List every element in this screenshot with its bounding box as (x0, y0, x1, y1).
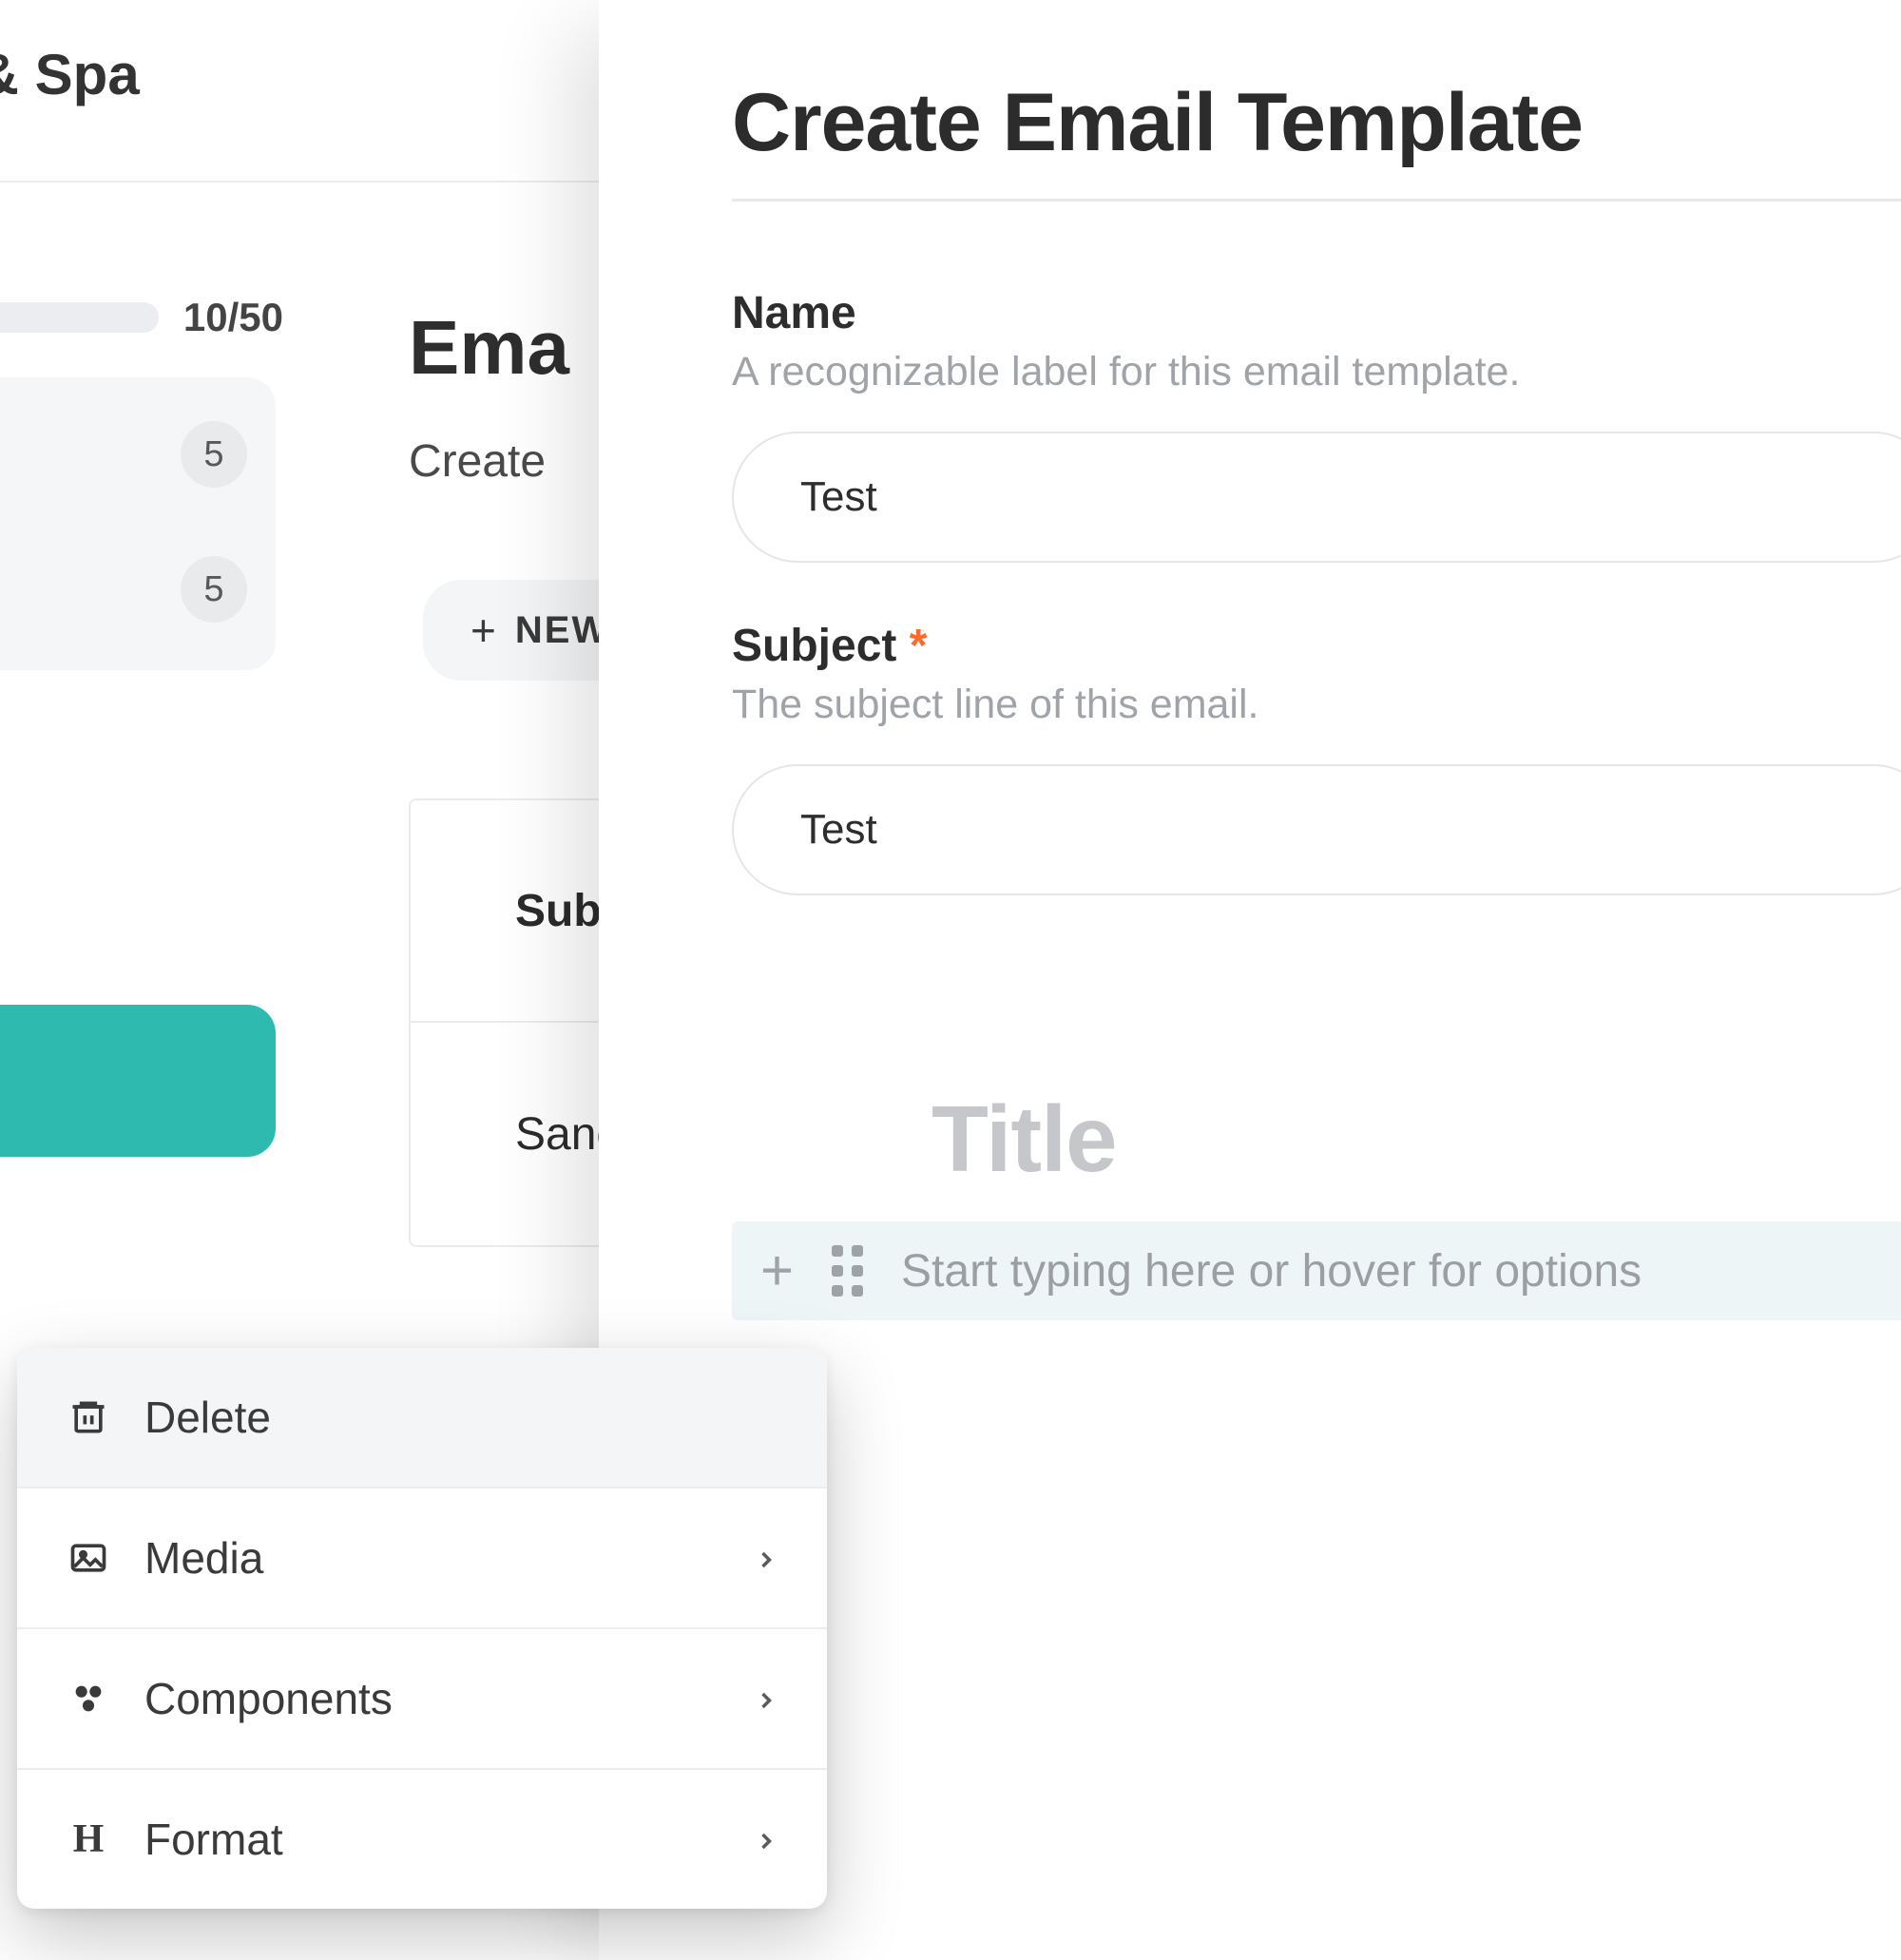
name-label: Name (732, 287, 1901, 339)
menu-item-components-label: Components (144, 1673, 393, 1724)
new-button-label: NEW (515, 609, 609, 652)
required-asterisk: * (910, 621, 928, 671)
chevron-right-icon (753, 1532, 779, 1584)
plus-icon: + (470, 605, 498, 656)
name-field-block: Name A recognizable label for this email… (732, 287, 1901, 563)
menu-item-media[interactable]: Media (17, 1489, 827, 1629)
subject-help: The subject line of this email. (732, 682, 1901, 728)
name-help: A recognizable label for this email temp… (732, 349, 1901, 395)
menu-item-delete[interactable]: Delete (17, 1348, 827, 1489)
add-block-icon[interactable]: + (760, 1242, 794, 1299)
context-menu[interactable]: Delete Media Components H Format (17, 1348, 827, 1909)
menu-item-media-label: Media (144, 1532, 263, 1584)
sidebar-divider (0, 181, 665, 183)
chevron-right-icon (753, 1814, 779, 1865)
menu-item-delete-label: Delete (144, 1392, 271, 1443)
panel-divider (732, 199, 1901, 202)
editor-area[interactable]: Title + Start typing here or hover for o… (732, 1086, 1901, 1320)
progress-track (0, 302, 159, 333)
subject-field-block: Subject * The subject line of this email… (732, 620, 1901, 895)
editor-title-placeholder[interactable]: Title (732, 1086, 1901, 1193)
panel-title: Create Email Template (732, 76, 1901, 170)
subject-input[interactable] (732, 764, 1901, 895)
subject-label-text: Subject (732, 621, 896, 671)
menu-item-format[interactable]: H Format (17, 1770, 827, 1909)
subject-label: Subject * (732, 620, 1901, 672)
sidebar-badge-2: 5 (181, 556, 247, 623)
menu-item-format-label: Format (144, 1814, 283, 1865)
heading-icon: H (65, 1816, 112, 1863)
drag-handle-icon[interactable] (832, 1245, 863, 1297)
trash-icon (65, 1393, 112, 1441)
progress-label: 10/50 (183, 295, 283, 340)
sidebar-nav-card: 5 5 (0, 377, 276, 670)
progress-bar: 10/50 (0, 295, 283, 340)
sidebar-active-item[interactable] (0, 1005, 276, 1157)
editor-body-line[interactable]: + Start typing here or hover for options (732, 1221, 1901, 1320)
org-name-fragment: ort & Spa (0, 42, 140, 107)
editor-body-placeholder[interactable]: Start typing here or hover for options (901, 1245, 1642, 1297)
name-input[interactable] (732, 432, 1901, 563)
sidebar-badge-1: 5 (181, 421, 247, 488)
components-icon (65, 1675, 112, 1722)
chevron-right-icon (753, 1673, 779, 1724)
image-icon (65, 1534, 112, 1582)
menu-item-components[interactable]: Components (17, 1629, 827, 1770)
